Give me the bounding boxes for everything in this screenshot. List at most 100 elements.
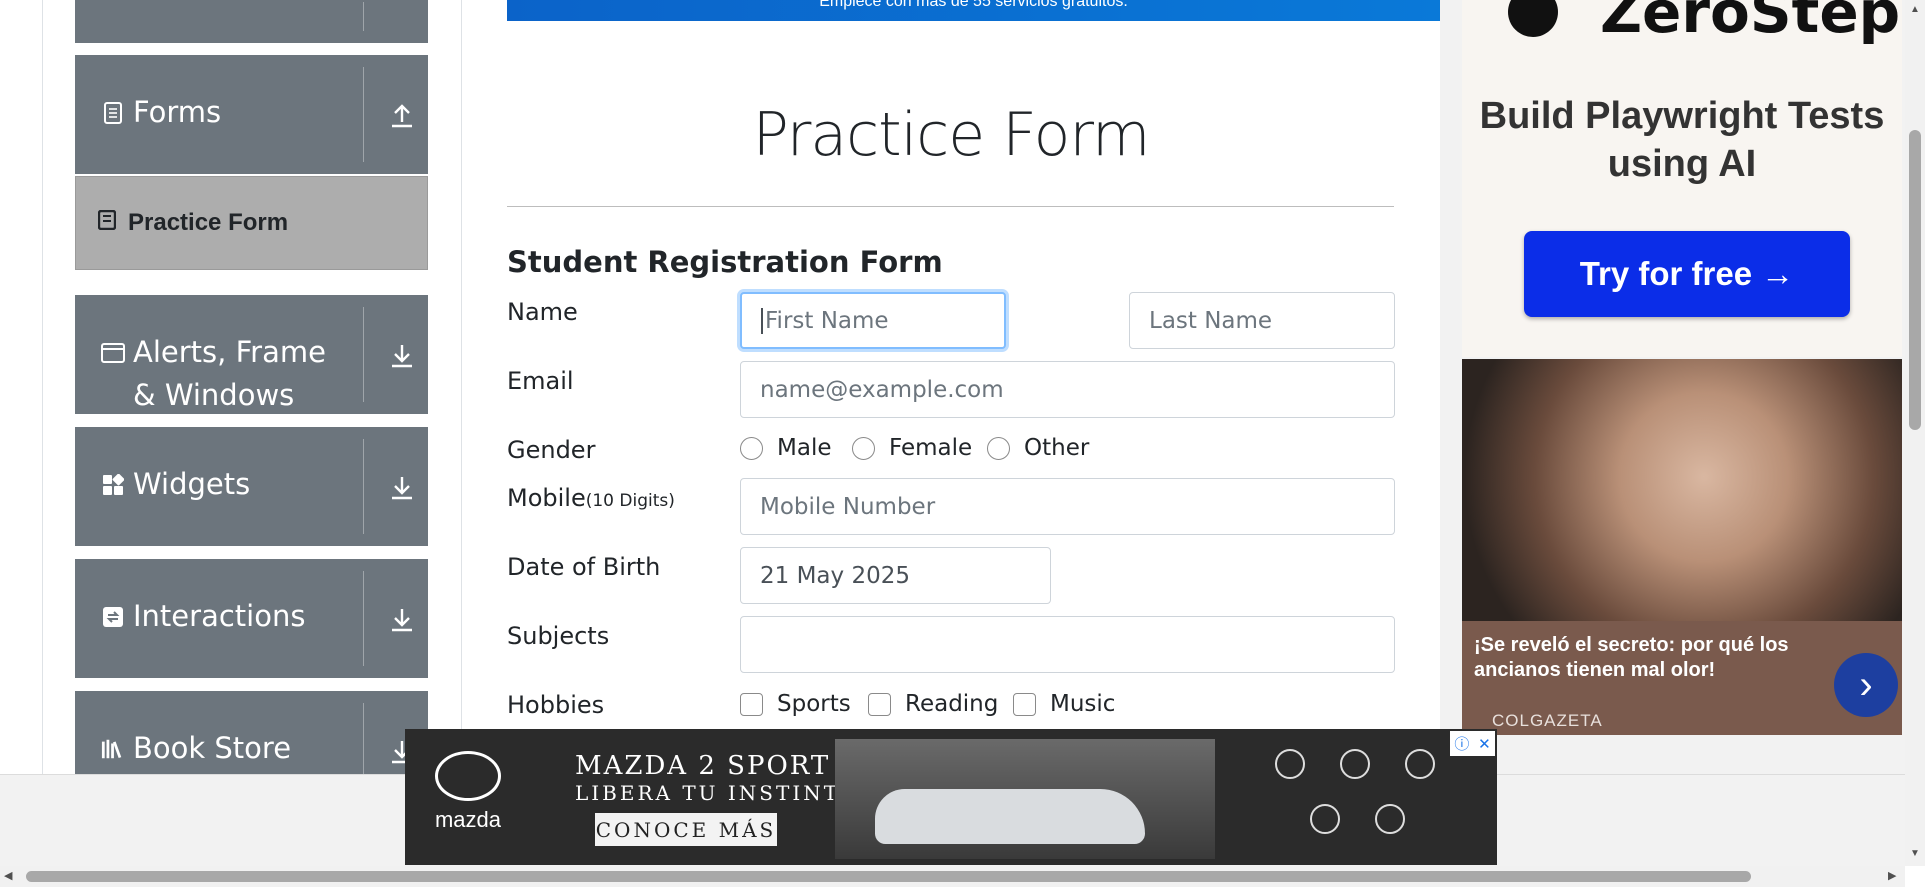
left-sidebar: Forms Practice Form Alerts, Frame & Wind… (42, 0, 462, 810)
gender-radio-female[interactable]: Female (852, 435, 972, 461)
gender-label: Gender (507, 436, 596, 464)
radio-circle[interactable] (852, 436, 875, 460)
checkbox-label: Reading (905, 691, 999, 717)
top-ad-text: Empiece con más de 55 servicios gratuito… (819, 0, 1128, 10)
scroll-left-icon[interactable]: ◀ (4, 869, 12, 882)
expand-arrow-icon[interactable] (375, 559, 428, 678)
mobile-input[interactable]: Mobile Number (740, 478, 1395, 535)
mobile-hint: (10 Digits) (585, 491, 675, 511)
dob-label: Date of Birth (507, 553, 661, 581)
ad-headline: Build Playwright Tests using AI (1479, 95, 1885, 185)
sidebar-item-practice-form[interactable]: Practice Form (75, 176, 428, 270)
sidebar-group-alerts[interactable]: Alerts, Frame & Windows (75, 295, 428, 414)
radio-label: Male (777, 435, 832, 461)
ad-caption-panel[interactable]: ¡Se reveló el secreto: por qué los ancia… (1462, 621, 1902, 735)
sidebar-item-label: Practice Form (128, 209, 289, 236)
subjects-input[interactable] (740, 616, 1395, 673)
scroll-down-icon[interactable]: ▼ (1910, 848, 1920, 859)
feature-icons (1255, 739, 1485, 859)
last-name-placeholder: Last Name (1149, 307, 1273, 334)
checkbox-box[interactable] (740, 692, 763, 716)
email-placeholder: name@example.com (760, 376, 1004, 403)
collapse-arrow-icon[interactable] (375, 55, 428, 174)
books-icon (101, 737, 125, 761)
gender-radio-male[interactable]: Male (740, 435, 831, 461)
checkbox-box[interactable] (1013, 692, 1036, 716)
name-label: Name (507, 298, 578, 326)
radio-circle[interactable] (740, 436, 763, 460)
feature-icon (1275, 749, 1305, 779)
ad-line-1: MAZDA 2 SPORT (575, 751, 831, 781)
radio-label: Other (1024, 435, 1090, 461)
sidebar-group-label: Book Store (133, 731, 292, 765)
last-name-input[interactable]: Last Name (1129, 292, 1395, 349)
mazda-brand: mazda (434, 807, 502, 832)
vertical-scrollbar[interactable]: ▲ ▼ (1905, 0, 1925, 866)
divider (363, 571, 364, 666)
sidebar-group-widgets[interactable]: Widgets (75, 427, 428, 546)
horizontal-scrollbar[interactable]: ◀ ▶ (0, 866, 1905, 887)
sidebar-group-forms[interactable]: Forms (75, 55, 428, 174)
expand-arrow-icon[interactable] (375, 427, 428, 546)
scroll-up-icon[interactable]: ▲ (1910, 4, 1920, 15)
close-icon[interactable]: ✕ (1478, 735, 1491, 753)
expand-arrow-icon[interactable] (375, 295, 428, 414)
bottom-ad[interactable]: mazda MAZDA 2 SPORT LIBERA TU INSTINTO C… (405, 729, 1497, 865)
gender-radio-other[interactable]: Other (987, 435, 1089, 461)
ad-caption: ¡Se reveló el secreto: por qué los ancia… (1474, 634, 1789, 681)
divider (363, 67, 364, 162)
hobby-checkbox-music[interactable]: Music (1013, 691, 1115, 717)
car-body (875, 789, 1145, 844)
widgets-icon (101, 473, 125, 497)
feature-icon (1340, 749, 1370, 779)
divider (363, 2, 364, 31)
feature-icon (1375, 804, 1405, 834)
ad-source: COLGAZETA (1492, 711, 1603, 730)
scroll-right-icon[interactable]: ▶ (1888, 869, 1896, 882)
zerostep-logo: ZeroStep (1508, 0, 1900, 46)
sidebar-group-label: Widgets (133, 467, 251, 501)
ad-line-2: LIBERA TU INSTINTO (575, 781, 860, 805)
sidebar-group-label: Alerts, Frame & Windows (133, 335, 326, 412)
checkbox-label: Music (1050, 691, 1116, 717)
scrollbar-thumb[interactable] (26, 871, 1751, 882)
checkbox-label: Sports (777, 691, 851, 717)
first-name-input[interactable]: First Name (740, 292, 1006, 349)
top-ad-banner[interactable]: Empiece con más de 55 servicios gratuito… (507, 0, 1440, 21)
sidebar-group-label: Forms (133, 95, 222, 129)
feature-icon (1405, 749, 1435, 779)
hobby-checkbox-sports[interactable]: Sports (740, 691, 851, 717)
radio-circle[interactable] (987, 436, 1010, 460)
sidebar-group-previous[interactable] (75, 0, 428, 43)
email-input[interactable]: name@example.com (740, 361, 1395, 418)
page: Forms Practice Form Alerts, Frame & Wind… (0, 0, 1925, 887)
hobby-checkbox-reading[interactable]: Reading (868, 691, 998, 717)
try-for-free-button[interactable]: Try for free → (1524, 231, 1850, 317)
form-icon (97, 209, 117, 237)
ad-portrait-image[interactable] (1462, 359, 1902, 621)
sidebar-group-interactions[interactable]: Interactions (75, 559, 428, 678)
info-icon[interactable]: ⓘ (1454, 733, 1469, 754)
ad-choices[interactable]: ⓘ ✕ (1450, 731, 1495, 756)
subjects-label: Subjects (507, 622, 610, 650)
mobile-label: Mobile(10 Digits) (507, 484, 675, 512)
dob-value: 21 May 2025 (760, 562, 910, 589)
email-label: Email (507, 367, 574, 395)
zerostep-brand: ZeroStep (1600, 0, 1901, 46)
chevron-right-icon[interactable]: › (1834, 653, 1898, 717)
conoce-mas-button[interactable]: CONOCE MÁS (595, 813, 777, 846)
checkbox-box[interactable] (868, 692, 891, 716)
hobbies-label: Hobbies (507, 691, 605, 719)
right-ad[interactable]: ZeroStep Build Playwright Tests using AI… (1440, 0, 1905, 774)
mazda-logo: mazda (423, 751, 513, 833)
interactions-icon (101, 605, 125, 629)
zerostep-logo-icon (1508, 0, 1558, 37)
divider (363, 307, 364, 402)
zerostep-ad[interactable]: ZeroStep Build Playwright Tests using AI… (1462, 0, 1902, 357)
divider (363, 439, 364, 534)
scrollbar-thumb[interactable] (1909, 130, 1921, 430)
date-of-birth-input[interactable]: 21 May 2025 (740, 547, 1051, 604)
radio-label: Female (889, 435, 973, 461)
document-icon (101, 101, 125, 125)
mobile-placeholder: Mobile Number (760, 493, 936, 520)
